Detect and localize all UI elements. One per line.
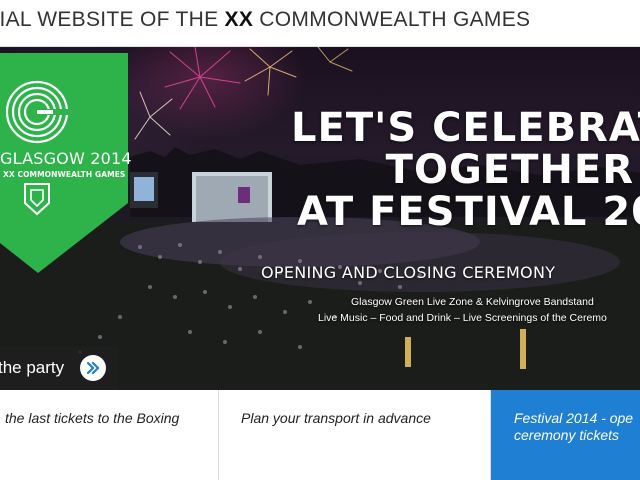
join-the-party-label: the party	[0, 358, 65, 377]
hero-venues: Glasgow Green Live Zone & Kelvingrove Ba…	[351, 296, 594, 308]
promo-tile-text: Plan your transport in advance	[241, 410, 431, 426]
page: CIAL WEBSITE OF THE XX COMMONWEALTH GAME…	[0, 0, 640, 480]
site-title-suffix: COMMONWEALTH GAMES	[253, 8, 531, 31]
logo-tartan-mark-icon	[24, 183, 50, 216]
promo-tiles: the last tickets to the Boxing Plan your…	[0, 390, 640, 480]
site-title-prefix: CIAL WEBSITE OF THE	[0, 8, 225, 31]
hero-headline: LET'S CELEBRAT TOGETHER AT FESTIVAL 20	[286, 107, 640, 233]
glasgow-2014-logo[interactable]: GLASGOW 2014 XX COMMONWEALTH GAMES	[0, 53, 132, 273]
hero-headline-line-1: LET'S CELEBRAT	[291, 105, 640, 151]
site-title: CIAL WEBSITE OF THE XX COMMONWEALTH GAME…	[0, 8, 530, 32]
hero-subheading: OPENING AND CLOSING CEREMONY	[261, 263, 556, 282]
promo-tile-line-1: Festival 2014 - ope	[514, 410, 634, 426]
double-chevron-right-icon	[80, 355, 106, 381]
promo-tile-text: the last tickets to the Boxing	[5, 410, 180, 426]
promo-tile-text: Festival 2014 - ope ceremony tickets	[514, 410, 633, 444]
site-header: CIAL WEBSITE OF THE XX COMMONWEALTH GAME…	[0, 0, 640, 47]
hero-headline-line-3: AT FESTIVAL 20	[297, 189, 640, 235]
promo-tile-transport[interactable]: Plan your transport in advance	[219, 390, 491, 480]
logo-g-emblem-icon	[5, 80, 69, 144]
promo-tile-festival-tickets[interactable]: Festival 2014 - ope ceremony tickets	[491, 390, 640, 480]
hero-headline-line-2: TOGETHER	[385, 147, 634, 193]
logo-games: XX COMMONWEALTH GAMES	[3, 170, 126, 179]
promo-tile-line-2: ceremony tickets	[514, 427, 620, 443]
site-title-emphasis: XX	[224, 8, 254, 31]
logo-city: GLASGOW 2014	[0, 149, 132, 168]
join-the-party-button[interactable]: the party	[0, 346, 118, 390]
promo-tile-boxing-tickets[interactable]: the last tickets to the Boxing	[0, 390, 219, 480]
hero-extras: Live Music – Food and Drink – Live Scree…	[318, 312, 607, 324]
